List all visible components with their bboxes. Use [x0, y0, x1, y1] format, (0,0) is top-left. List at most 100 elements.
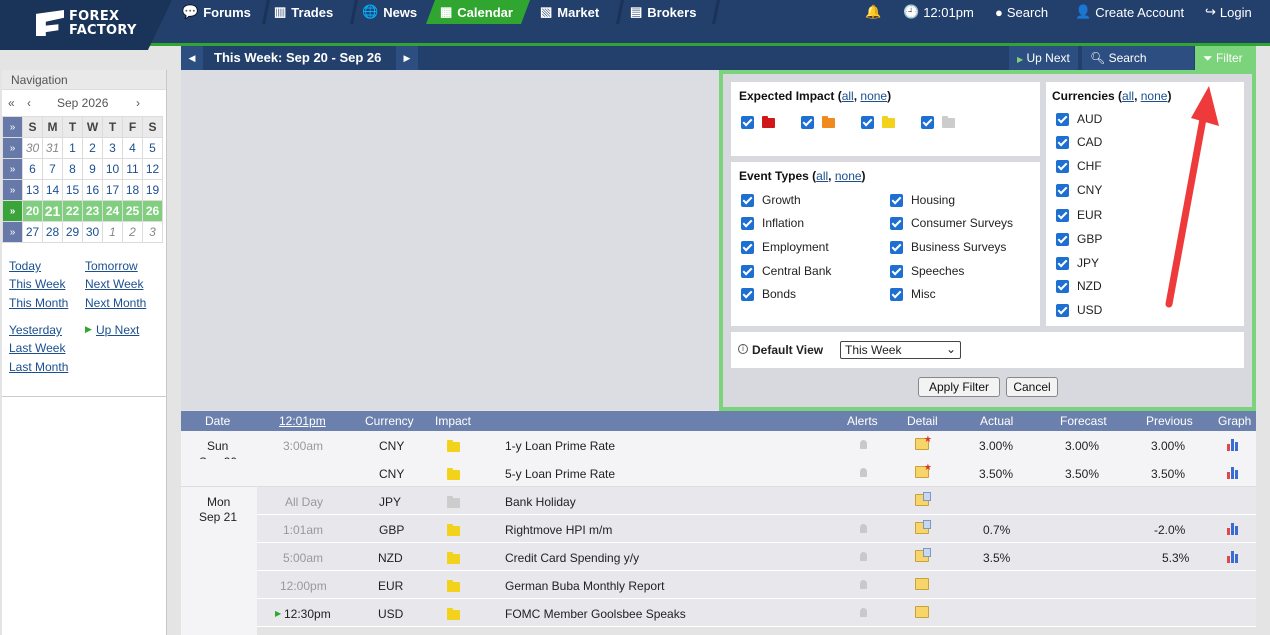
calendar-day[interactable]: 31 [42, 137, 63, 159]
apply-filter-button[interactable]: Apply Filter [918, 377, 1000, 397]
checkbox-checked[interactable] [741, 216, 754, 230]
event-type-option[interactable]: Speeches [890, 264, 964, 278]
link-tomorrow[interactable]: Tomorrow [85, 259, 138, 273]
calendar-day[interactable]: 2 [122, 221, 143, 243]
row-event[interactable]: Bank Holiday [505, 495, 576, 509]
graph-icon[interactable] [1227, 438, 1243, 451]
detail-icon[interactable]: ★ [915, 434, 932, 450]
checkbox-checked[interactable] [890, 193, 903, 207]
currency-option[interactable]: GBP [1056, 232, 1102, 246]
currency-option[interactable]: USD [1056, 303, 1102, 317]
filter-tab[interactable]: ⏷ Filter [1195, 46, 1256, 70]
detail-icon[interactable] [915, 606, 929, 618]
calendar-day[interactable]: 23 [82, 200, 103, 222]
impact-icon[interactable] [447, 580, 460, 592]
impact-none-link[interactable]: none [860, 89, 887, 103]
forex-factory-logo[interactable]: FOREX FACTORY [0, 0, 172, 50]
checkbox-checked[interactable] [890, 264, 903, 278]
calendar-day[interactable]: 11 [122, 158, 143, 180]
checkbox-checked[interactable] [890, 216, 903, 230]
calendar-day[interactable]: 7 [42, 158, 63, 180]
calendar-day[interactable]: 18 [122, 179, 143, 201]
nav-calendar[interactable]: ▦ Calendar [426, 0, 530, 24]
nav-trades[interactable]: ▥ Trades [266, 0, 354, 24]
detail-icon[interactable] [915, 548, 931, 562]
event-type-option[interactable]: Bonds [741, 287, 796, 301]
calendar-day[interactable]: 29 [62, 221, 83, 243]
calendar-day[interactable]: 1 [62, 137, 83, 159]
link-last-week[interactable]: Last Week [9, 341, 65, 355]
table-row[interactable]: All Day JPY Bank Holiday [257, 487, 1256, 515]
row-event[interactable]: 1-y Loan Prime Rate [505, 439, 615, 453]
calendar-day[interactable]: 3 [102, 137, 123, 159]
calendar-day[interactable]: 2 [82, 137, 103, 159]
table-row[interactable]: 12:00pm EUR German Buba Monthly Report [257, 571, 1256, 599]
calendar-day[interactable]: 27 [22, 221, 43, 243]
detail-icon[interactable] [915, 492, 931, 506]
calendar-day[interactable]: 30 [82, 221, 103, 243]
currency-option[interactable]: JPY [1056, 256, 1099, 270]
week-selector-current[interactable]: » [2, 200, 23, 222]
calendar-day[interactable]: 3 [142, 221, 163, 243]
link-this-month[interactable]: This Month [9, 296, 68, 310]
checkbox-checked[interactable] [1056, 232, 1069, 246]
graph-icon[interactable] [1227, 550, 1243, 563]
prev-month-button[interactable]: ‹ [27, 96, 31, 110]
checkbox-checked[interactable] [1056, 303, 1069, 317]
impact-nonecon-option[interactable] [921, 115, 955, 129]
nav-news[interactable]: 🌐 News [354, 0, 430, 24]
checkbox-checked[interactable] [890, 287, 903, 301]
event-type-option[interactable]: Misc [890, 287, 936, 301]
calendar-day[interactable]: 10 [102, 158, 123, 180]
impact-icon[interactable] [447, 608, 460, 620]
row-event[interactable]: Credit Card Spending y/y [505, 551, 639, 565]
calendar-day[interactable]: 30 [22, 137, 43, 159]
currency-option[interactable]: CHF [1056, 159, 1102, 173]
event-type-option[interactable]: Central Bank [741, 264, 831, 278]
link-this-week[interactable]: This Week [9, 277, 65, 291]
calendar-day[interactable]: 16 [82, 179, 103, 201]
impact-icon[interactable] [447, 524, 460, 536]
calendar-day[interactable]: 6 [22, 158, 43, 180]
up-next-tab[interactable]: ▶ Up Next [1009, 46, 1078, 70]
checkbox-checked[interactable] [890, 240, 903, 254]
detail-icon[interactable] [915, 520, 931, 534]
checkbox-checked[interactable] [741, 116, 754, 129]
calendar-day[interactable]: 20 [22, 200, 43, 222]
table-row[interactable]: CNY 5-y Loan Prime Rate ★ 3.50% 3.50% 3.… [181, 459, 1256, 487]
calendar-day[interactable]: 12 [142, 158, 163, 180]
event-type-option[interactable]: Growth [741, 193, 801, 207]
nav-forums[interactable]: 💬 Forums [174, 0, 262, 24]
link-today[interactable]: Today [9, 259, 41, 273]
graph-icon[interactable] [1227, 466, 1243, 479]
default-view-select[interactable]: This Week ⌄ [840, 341, 961, 359]
impact-icon[interactable] [447, 552, 460, 564]
row-event[interactable]: German Buba Monthly Report [505, 579, 664, 593]
create-account-link[interactable]: 👤 Create Account [1075, 0, 1184, 24]
event-type-option[interactable]: Inflation [741, 216, 804, 230]
event-type-option[interactable]: Housing [890, 193, 955, 207]
link-last-month[interactable]: Last Month [9, 360, 68, 374]
checkbox-checked[interactable] [741, 264, 754, 278]
week-selector[interactable]: » [2, 179, 23, 201]
prev-year-button[interactable]: « [8, 96, 15, 110]
link-next-week[interactable]: Next Week [85, 277, 143, 291]
alert-bell-icon[interactable] [860, 580, 867, 589]
checkbox-checked[interactable] [1056, 112, 1069, 126]
impact-high-option[interactable] [741, 115, 775, 129]
event-type-option[interactable]: Consumer Surveys [890, 216, 1013, 230]
calendar-day[interactable]: 24 [102, 200, 123, 222]
detail-icon[interactable]: ★ [915, 462, 932, 478]
currency-option[interactable]: AUD [1056, 112, 1102, 126]
checkbox-checked[interactable] [1056, 183, 1069, 197]
checkbox-checked[interactable] [1056, 256, 1069, 270]
detail-icon[interactable] [915, 578, 929, 590]
calendar-day[interactable]: 25 [122, 200, 143, 222]
impact-icon[interactable] [447, 496, 460, 508]
event-types-none-link[interactable]: none [835, 169, 862, 183]
cancel-button[interactable]: Cancel [1006, 377, 1058, 397]
prev-week-button[interactable]: ◀ [181, 46, 203, 70]
calendar-day[interactable]: 19 [142, 179, 163, 201]
calendar-day[interactable]: 4 [122, 137, 143, 159]
calendar-day[interactable]: 14 [42, 179, 63, 201]
